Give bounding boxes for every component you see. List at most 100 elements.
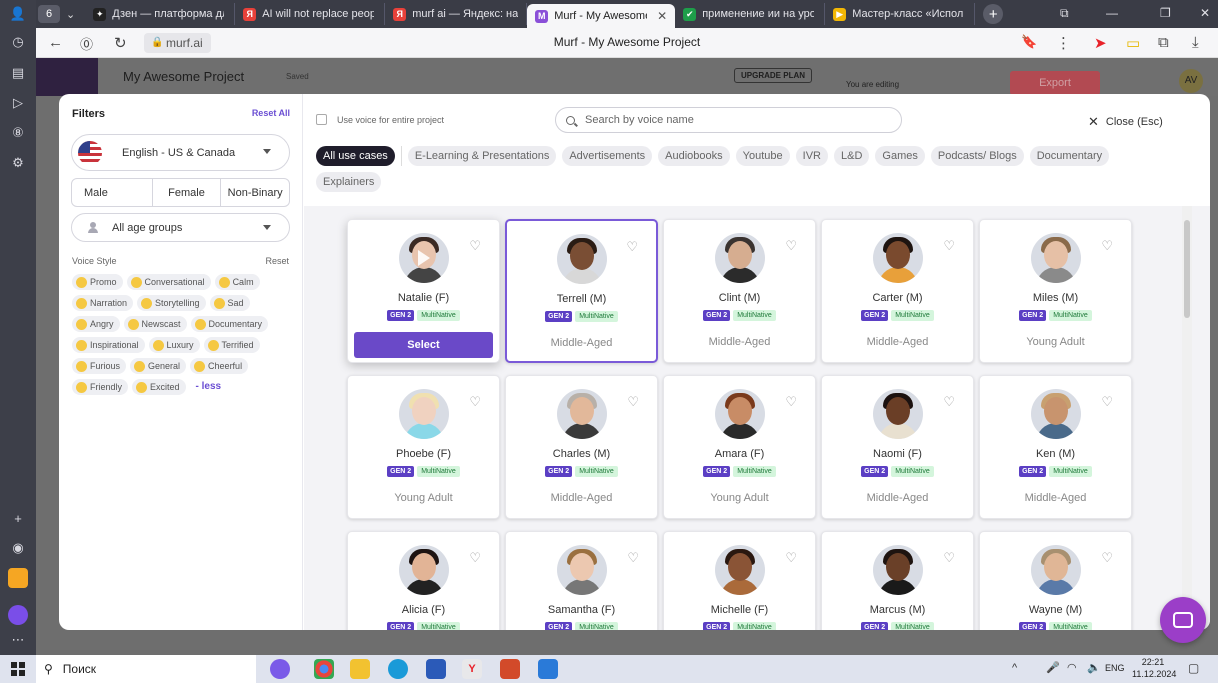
- use-case-chip[interactable]: Advertisements: [562, 146, 653, 166]
- favorite-heart-icon[interactable]: ♡: [627, 394, 639, 410]
- voice-style-chip[interactable]: Inspirational: [72, 337, 145, 353]
- voice-style-chip[interactable]: Terrified: [203, 337, 260, 353]
- photos-icon[interactable]: [538, 659, 558, 679]
- play-icon[interactable]: [417, 250, 430, 266]
- use-case-chip[interactable]: Podcasts/ Blogs: [930, 146, 1024, 166]
- explorer-icon[interactable]: [350, 659, 370, 679]
- browser-tab[interactable]: M Murf - My Awesome Pr ✕: [527, 4, 676, 28]
- browser-tab[interactable]: Я AI will not replace people: [235, 3, 386, 25]
- voice-style-chip[interactable]: Promo: [72, 274, 123, 290]
- history-icon[interactable]: ◷: [8, 32, 28, 52]
- select-voice-button[interactable]: Select: [354, 332, 493, 358]
- taskbar-search[interactable]: ⚲ Поиск: [36, 655, 256, 683]
- voice-card[interactable]: ♡ Amara (F) GEN 2 MultiNative Young Adult: [663, 375, 816, 519]
- favorite-heart-icon[interactable]: ♡: [469, 550, 481, 566]
- extension-red-icon[interactable]: ➤: [1094, 34, 1107, 52]
- favorite-heart-icon[interactable]: ♡: [943, 238, 955, 254]
- add-icon[interactable]: +: [8, 508, 28, 528]
- voice-style-chip[interactable]: Storytelling: [137, 295, 206, 311]
- export-button[interactable]: Export: [1010, 71, 1100, 95]
- alice-taskbar-icon[interactable]: [270, 659, 290, 679]
- upgrade-plan-button[interactable]: UPGRADE PLAN: [734, 68, 813, 83]
- voice-card[interactable]: ♡ Natalie (F) GEN 2 MultiNative Select: [347, 219, 500, 363]
- browser-tab[interactable]: ✔ применение ии на урока: [675, 3, 826, 25]
- voice-style-chip[interactable]: Calm: [214, 274, 260, 290]
- battery-icon[interactable]: ▭: [1126, 34, 1140, 52]
- screenshot-icon[interactable]: ⧉: [1158, 34, 1169, 51]
- voice-style-chip[interactable]: Furious: [72, 358, 127, 374]
- favorite-heart-icon[interactable]: ♡: [1101, 394, 1113, 410]
- use-case-chip[interactable]: Audiobooks: [658, 146, 730, 166]
- favorite-heart-icon[interactable]: ♡: [943, 550, 955, 566]
- voice-card[interactable]: ♡ Clint (M) GEN 2 MultiNative Middle-Aged: [663, 219, 816, 363]
- voice-card[interactable]: ♡ Phoebe (F) GEN 2 MultiNative Young Adult: [347, 375, 500, 519]
- tabs-dropdown-icon[interactable]: ⌄: [66, 8, 75, 21]
- favorite-heart-icon[interactable]: ♡: [626, 239, 638, 255]
- windows-start-icon[interactable]: [11, 662, 25, 676]
- downloads-icon[interactable]: ⤓: [1192, 34, 1199, 51]
- voice-style-chip[interactable]: General: [130, 358, 187, 374]
- browser-tab[interactable]: Яmurf ai — Яндекс: нашло: [385, 3, 528, 25]
- browser-tab[interactable]: ▶ Мастер-класс «Использ: [825, 3, 976, 25]
- use-case-chip[interactable]: Youtube: [735, 146, 790, 166]
- profile-icon[interactable]: 👤: [8, 4, 28, 24]
- voice-card[interactable]: ♡ Charles (M) GEN 2 MultiNative Middle-Aged: [505, 375, 658, 519]
- notifications-icon[interactable]: ▢: [1188, 661, 1199, 675]
- use-case-chip[interactable]: Explainers: [316, 172, 382, 192]
- close-button[interactable]: ✕ Close (Esc): [1088, 114, 1163, 130]
- new-tab-button[interactable]: +: [983, 4, 1004, 24]
- tab-close-icon[interactable]: ✕: [657, 9, 667, 23]
- voice-card[interactable]: ♡ Samantha (F) GEN 2 MultiNative: [505, 531, 658, 630]
- mail-icon[interactable]: [8, 568, 28, 588]
- voice-style-chip[interactable]: Friendly: [72, 379, 129, 395]
- tab-manager-icon[interactable]: ⧉: [1060, 6, 1069, 21]
- eight-icon[interactable]: ⑧: [8, 123, 28, 143]
- language-select[interactable]: English - US & Canada: [71, 134, 290, 171]
- word-icon[interactable]: [426, 659, 446, 679]
- voice-card[interactable]: ♡ Alicia (F) GEN 2 MultiNative: [347, 531, 500, 630]
- voice-card[interactable]: ♡ Michelle (F) GEN 2 MultiNative: [663, 531, 816, 630]
- user-avatar[interactable]: AV: [1179, 69, 1203, 93]
- tray-chevron-icon[interactable]: ^: [1012, 662, 1017, 674]
- more-menu-icon[interactable]: ⋮: [1056, 34, 1071, 52]
- favorite-heart-icon[interactable]: ♡: [785, 238, 797, 254]
- voice-style-chip[interactable]: Documentary: [190, 316, 269, 332]
- mic-icon[interactable]: 🎤: [1046, 661, 1060, 674]
- restore-icon[interactable]: ❐: [1160, 6, 1171, 20]
- volume-icon[interactable]: 🔈: [1087, 661, 1101, 674]
- browser-tab[interactable]: ✦ Дзен — платформа для п: [85, 3, 236, 25]
- favorite-heart-icon[interactable]: ♡: [1101, 238, 1113, 254]
- powerpoint-icon[interactable]: [500, 659, 520, 679]
- use-voice-entire-project[interactable]: Use voice for entire project: [316, 114, 444, 125]
- voice-card[interactable]: ♡ Naomi (F) GEN 2 MultiNative Middle-Aged: [821, 375, 974, 519]
- voice-card[interactable]: ♡ Ken (M) GEN 2 MultiNative Middle-Aged: [979, 375, 1132, 519]
- voice-card[interactable]: ♡ Miles (M) GEN 2 MultiNative Young Adult: [979, 219, 1132, 363]
- gender-female[interactable]: Female: [153, 179, 222, 206]
- voice-style-reset[interactable]: Reset: [265, 256, 289, 266]
- settings-icon[interactable]: ⚙: [8, 153, 28, 173]
- chrome-icon[interactable]: [314, 659, 334, 679]
- bookmark-icon[interactable]: 🔖: [1021, 34, 1037, 50]
- voice-card[interactable]: ♡ Terrell (M) GEN 2 MultiNative Middle-Aged: [505, 219, 658, 363]
- use-case-chip[interactable]: E-Learning & Presentations: [407, 146, 557, 166]
- checkbox[interactable]: [316, 114, 327, 125]
- favorite-heart-icon[interactable]: ♡: [469, 238, 481, 254]
- use-case-chip[interactable]: Games: [875, 146, 925, 166]
- voice-style-chip[interactable]: Luxury: [148, 337, 200, 353]
- age-group-select[interactable]: All age groups: [71, 213, 290, 242]
- use-case-chip[interactable]: IVR: [795, 146, 828, 166]
- voice-style-chip[interactable]: Conversational: [126, 274, 211, 290]
- voice-style-chip[interactable]: Narration: [72, 295, 134, 311]
- extension-icon[interactable]: ◉: [8, 538, 28, 558]
- chat-support-button[interactable]: [1160, 597, 1206, 643]
- favorite-heart-icon[interactable]: ♡: [627, 550, 639, 566]
- less-button[interactable]: - less: [190, 379, 228, 395]
- favorite-heart-icon[interactable]: ♡: [1101, 550, 1113, 566]
- gender-male[interactable]: Male: [72, 179, 153, 206]
- favorite-heart-icon[interactable]: ♡: [943, 394, 955, 410]
- voice-style-chip[interactable]: Angry: [72, 316, 120, 332]
- use-case-chip[interactable]: Documentary: [1029, 146, 1110, 166]
- minimize-icon[interactable]: —: [1106, 6, 1118, 20]
- voice-style-chip[interactable]: Cheerful: [190, 358, 249, 374]
- voice-style-chip[interactable]: Excited: [132, 379, 186, 395]
